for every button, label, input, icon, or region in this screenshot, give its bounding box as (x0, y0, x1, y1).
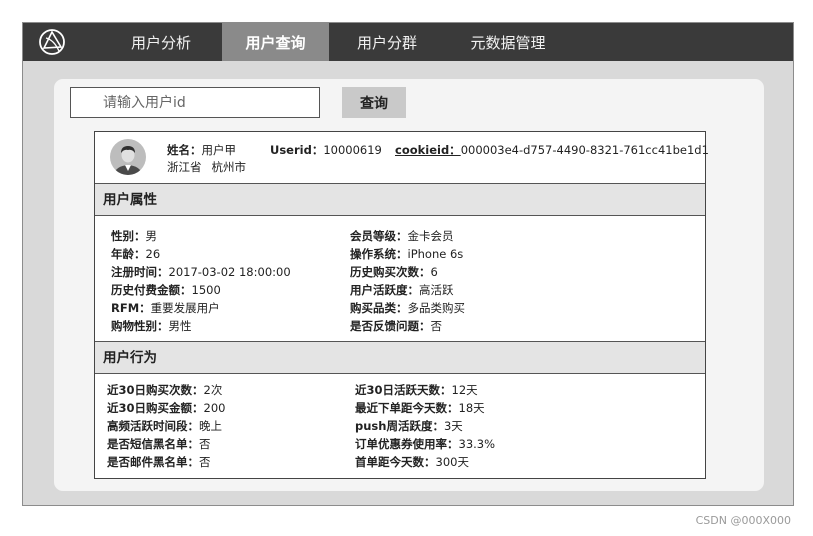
cookieid-field: cookieid：000003e4-d757-4490-8321-761cc41… (395, 142, 709, 158)
attr-gender: 性别：男 (111, 229, 157, 243)
attr-feedback: 是否反馈问题：否 (350, 319, 442, 333)
behavior-active-period: 高频活跃时间段：晚上 (107, 419, 222, 433)
attr-os: 操作系统：iPhone 6s (350, 247, 464, 261)
watermark-text: CSDN @000X000 (695, 514, 791, 527)
app-window: 用户分析 用户查询 用户分群 元数据管理 查询 姓名：用户甲 (22, 22, 794, 506)
attr-activity: 用户活跃度：高活跃 (350, 283, 454, 297)
name-field: 姓名：用户甲 (167, 142, 236, 158)
userid-label: Userid： (270, 143, 324, 157)
attr-age: 年龄：26 (111, 247, 161, 261)
behavior-last-order-days: 最近下单距今天数：18天 (355, 401, 485, 415)
behavior-coupon-rate: 订单优惠券使用率：33.3% (355, 437, 496, 451)
behavior-email-blacklist: 是否邮件黑名单：否 (107, 455, 211, 469)
name-value: 用户甲 (201, 143, 237, 157)
nav-tab-user-analysis[interactable]: 用户分析 (113, 23, 209, 61)
user-avatar-icon (110, 139, 146, 175)
behavior-30d-purchase-amount: 近30日购买金额：200 (107, 401, 226, 415)
globe-logo-icon (39, 29, 65, 55)
name-label: 姓名： (167, 143, 202, 157)
query-button[interactable]: 查询 (342, 87, 406, 118)
behavior-push-weekly: push周活跃度：3天 (355, 419, 463, 433)
city-value: 杭州市 (211, 160, 247, 174)
nav-tab-user-segment[interactable]: 用户分群 (339, 23, 435, 61)
attributes-section-title: 用户属性 (95, 183, 705, 216)
nav-tab-metadata-management[interactable]: 元数据管理 (453, 23, 563, 61)
cookieid-value: 000003e4-d757-4490-8321-761cc41be1d1 (460, 143, 709, 157)
behavior-sms-blacklist: 是否短信黑名单：否 (107, 437, 211, 451)
profile-header: 姓名：用户甲 Userid：10000619 cookieid：000003e4… (95, 132, 709, 183)
province-value: 浙江省 (167, 160, 202, 174)
behavior-first-order-days: 首单距今天数：300天 (355, 455, 469, 469)
nav-tab-user-query[interactable]: 用户查询 (222, 23, 329, 61)
behavior-30d-purchase-count: 近30日购买次数：2次 (107, 383, 223, 397)
top-navbar: 用户分析 用户查询 用户分群 元数据管理 (23, 23, 793, 61)
location-field: 浙江省 杭州市 (167, 159, 246, 175)
userid-value: 10000619 (323, 143, 382, 157)
query-panel: 查询 姓名：用户甲 Userid：10000619 cookieid：00000… (54, 79, 764, 491)
user-profile-card: 姓名：用户甲 Userid：10000619 cookieid：000003e4… (94, 131, 709, 479)
attr-total-payment: 历史付费金额：1500 (111, 283, 221, 297)
attr-purchase-count: 历史购买次数：6 (350, 265, 438, 279)
user-id-search-input[interactable] (70, 87, 320, 118)
behavior-30d-active-days: 近30日活跃天数：12天 (355, 383, 478, 397)
attr-register-time: 注册时间：2017-03-02 18:00:00 (111, 265, 291, 279)
attr-member-level: 会员等级：金卡会员 (350, 229, 454, 243)
attr-shopping-gender: 购物性别：男性 (111, 319, 192, 333)
cookieid-label: cookieid： (395, 143, 461, 157)
behavior-section-title: 用户行为 (95, 341, 705, 374)
attr-rfm: RFM：重要发展用户 (111, 301, 220, 315)
userid-field: Userid：10000619 (270, 142, 382, 158)
attr-purchase-category: 购买品类：多品类购买 (350, 301, 465, 315)
